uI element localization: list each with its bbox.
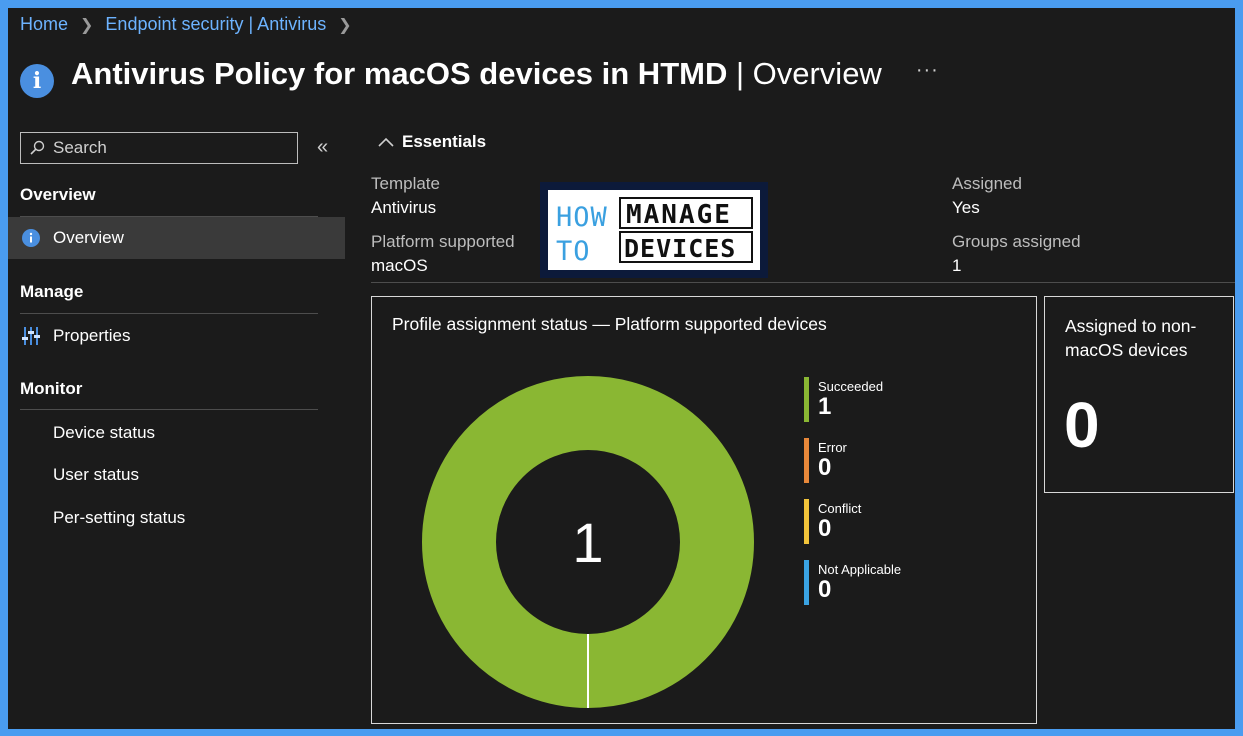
divider — [20, 409, 318, 410]
nonmac-title-line1: Assigned to non- — [1065, 316, 1197, 336]
divider — [20, 313, 318, 314]
legend-value: 0 — [818, 515, 832, 542]
donut-center-value: 1 — [572, 511, 603, 574]
svg-text:HOW: HOW — [556, 202, 608, 233]
essentials-toggle[interactable]: Essentials — [378, 132, 486, 152]
legend-value: 1 — [818, 393, 832, 420]
page-title: Antivirus Policy for macOS devices in HT… — [71, 56, 882, 92]
app-frame: Home ❯ Endpoint security | Antivirus ❯ i… — [8, 8, 1235, 729]
sidebar-item-overview[interactable]: Overview — [8, 217, 345, 259]
search-icon — [30, 140, 45, 155]
groups-label: Groups assigned — [952, 232, 1081, 251]
legend-label: Error — [818, 440, 847, 455]
legend-label: Not Applicable — [818, 562, 902, 577]
sidebar-item-device-status[interactable]: Device status — [8, 412, 345, 454]
divider — [371, 282, 1235, 283]
chevron-right-icon: ❯ — [80, 16, 94, 34]
sidebar-item-label: Properties — [53, 326, 131, 345]
breadcrumb: Home ❯ Endpoint security | Antivirus ❯ — [20, 14, 364, 35]
profile-card-title: Profile assignment status — Platform sup… — [392, 314, 827, 334]
properties-icon — [8, 326, 53, 346]
breadcrumb-home[interactable]: Home — [20, 14, 68, 35]
info-icon — [8, 229, 53, 247]
legend-color-swatch — [804, 560, 809, 605]
legend-value: 0 — [818, 454, 832, 481]
donut-chart[interactable]: 1 — [418, 372, 758, 712]
legend-color-swatch — [804, 438, 809, 483]
template-label: Template — [371, 174, 440, 193]
htmd-logo: HOW TO MANAGE DEVICES — [540, 182, 768, 278]
page-title-sub: Overview — [752, 56, 882, 91]
chevron-right-icon: ❯ — [338, 16, 352, 34]
nonmac-count: 0 — [1064, 389, 1100, 461]
sidebar-item-user-status[interactable]: User status — [8, 454, 345, 496]
svg-text:TO: TO — [556, 236, 591, 267]
template-value: Antivirus — [371, 198, 437, 217]
svg-text:DEVICES: DEVICES — [624, 234, 736, 263]
platform-label: Platform supported — [371, 232, 515, 251]
legend-color-swatch — [804, 499, 809, 544]
legend-label: Succeeded — [818, 379, 884, 394]
section-heading-monitor: Monitor — [20, 379, 83, 398]
platform-value: macOS — [371, 256, 428, 275]
more-options-button[interactable]: ··· — [916, 59, 939, 82]
legend-color-swatch — [804, 377, 809, 422]
groups-value: 1 — [952, 256, 962, 275]
legend-value: 0 — [818, 576, 832, 603]
sidebar-item-per-setting-status[interactable]: Per-setting status — [8, 497, 345, 539]
sidebar-item-properties[interactable]: Properties — [8, 315, 345, 357]
info-icon: i — [20, 64, 54, 98]
collapse-sidebar-button[interactable]: « — [317, 136, 328, 159]
page-title-main: Antivirus Policy for macOS devices in HT… — [71, 56, 728, 91]
legend-label: Conflict — [818, 501, 862, 516]
assigned-label: Assigned — [952, 174, 1022, 193]
assigned-value: Yes — [952, 198, 980, 217]
page-title-separator: | — [727, 56, 753, 91]
search-input[interactable] — [53, 138, 293, 158]
sidebar-item-label: Overview — [53, 228, 124, 247]
essentials-heading: Essentials — [402, 132, 487, 151]
page-header: i Antivirus Policy for macOS devices in … — [20, 50, 939, 98]
section-heading-overview: Overview — [20, 185, 96, 204]
breadcrumb-endpoint-security[interactable]: Endpoint security | Antivirus — [105, 14, 326, 35]
nonmac-card-title: Assigned to non- macOS devices — [1065, 314, 1196, 362]
search-box[interactable] — [20, 132, 298, 164]
nonmac-title-line2: macOS devices — [1065, 340, 1188, 360]
section-heading-manage: Manage — [20, 282, 84, 301]
chevron-up-icon — [378, 137, 394, 147]
svg-text:MANAGE: MANAGE — [626, 200, 732, 230]
